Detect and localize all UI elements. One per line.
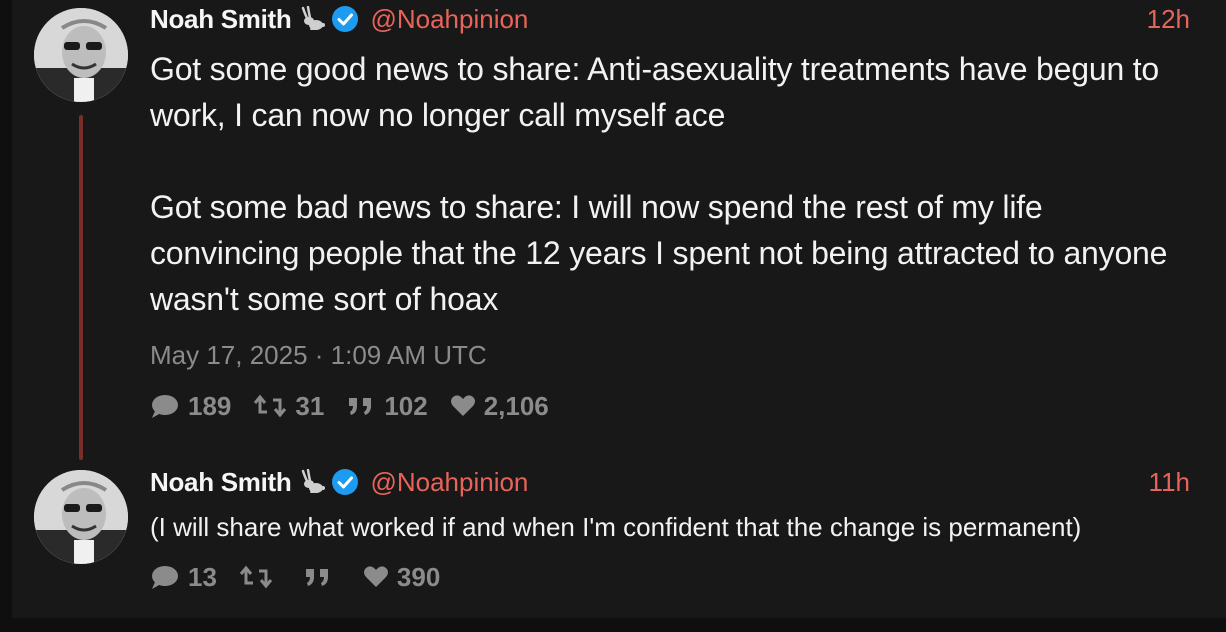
quote-count: 102 [384, 390, 428, 421]
avatar[interactable] [34, 8, 128, 102]
heart-icon [450, 395, 475, 416]
thread-connector [79, 115, 83, 460]
avatar[interactable] [34, 470, 128, 564]
verified-icon [331, 468, 359, 496]
like-stat[interactable]: 2,106 [450, 391, 549, 422]
display-name[interactable]: Noah Smith [150, 467, 292, 498]
retweet-stat[interactable]: 31 [253, 391, 324, 422]
tweet-stats: 13 390 [150, 561, 462, 593]
avatar-photo [34, 8, 128, 102]
comment-icon [152, 395, 178, 418]
verified-icon [331, 5, 359, 33]
quote-stat[interactable] [303, 565, 341, 589]
reply-stat[interactable]: 13 [150, 562, 217, 593]
quote-icon [349, 398, 372, 415]
like-count: 390 [396, 561, 441, 592]
timestamp[interactable]: 12h [1147, 4, 1190, 35]
tweet-text: Got some good news to share: Anti-asexua… [150, 46, 1200, 322]
like-count: 2,106 [483, 390, 549, 421]
reply-count: 189 [188, 390, 232, 421]
tweet-paragraph: Got some good news to share: Anti-asexua… [150, 51, 1160, 133]
rabbit-icon [297, 468, 326, 495]
handle[interactable]: @Noahpinion [370, 4, 528, 35]
tweet-text: (I will share what worked if and when I'… [150, 512, 1082, 542]
quote-stat[interactable]: 102 [346, 390, 428, 422]
comment-icon [152, 566, 178, 589]
retweet-stat[interactable] [239, 565, 281, 589]
display-name[interactable]: Noah Smith [150, 4, 292, 35]
retweet-icon [239, 565, 273, 589]
heart-icon [363, 566, 388, 587]
handle[interactable]: @Noahpinion [370, 467, 528, 498]
retweet-icon [254, 394, 287, 418]
reply-count: 13 [188, 561, 217, 592]
avatar-photo [34, 470, 128, 564]
tweet-header: Noah Smith @Noahpinion 11h [150, 465, 1190, 499]
rabbit-icon [297, 5, 326, 32]
tweet-paragraph: Got some bad news to share: I will now s… [150, 189, 1168, 317]
tweet-stats: 189 31 102 2,106 [150, 390, 571, 422]
quote-icon [305, 569, 328, 586]
tweet-date[interactable]: May 17, 2025 · 1:09 AM UTC [150, 340, 487, 371]
tweet-header: Noah Smith @Noahpinion 12h [150, 2, 1190, 36]
reply-stat[interactable]: 189 [150, 391, 231, 422]
retweet-count: 31 [295, 390, 325, 421]
like-stat[interactable]: 390 [363, 562, 440, 593]
timestamp[interactable]: 11h [1149, 467, 1190, 498]
